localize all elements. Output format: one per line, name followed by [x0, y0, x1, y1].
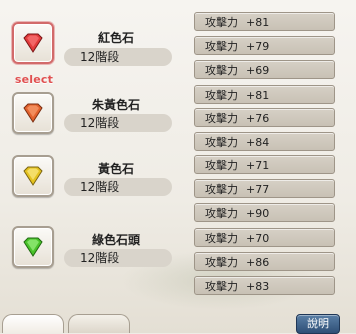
- stat-box: 攻擊力 +84: [194, 132, 335, 151]
- stat-box: 攻擊力 +79: [194, 36, 335, 55]
- gem-name: 黃色石: [97, 162, 134, 176]
- stat-label: 攻擊力: [205, 64, 238, 77]
- stat-value: +77: [246, 183, 270, 196]
- gem-level: 12階段: [64, 114, 172, 132]
- stat-box: 攻擊力 +70: [194, 228, 335, 247]
- stat-box: 攻擊力 +69: [194, 60, 335, 79]
- gem-row-orange[interactable]: 朱黃色石 12階段: [0, 79, 192, 149]
- stat-label: 攻擊力: [205, 232, 238, 245]
- stat-label: 攻擊力: [205, 40, 238, 53]
- gem-level: 12階段: [64, 178, 172, 196]
- gem-row-green[interactable]: 綠色石頭 12階段: [0, 221, 192, 291]
- stat-value: +76: [246, 112, 270, 125]
- stat-value: +69: [246, 64, 270, 77]
- orange-gem-slot[interactable]: [12, 92, 54, 134]
- stat-label: 攻擊力: [205, 16, 238, 29]
- gem-name: 朱黃色石: [91, 98, 140, 112]
- stat-value: +81: [246, 89, 270, 102]
- stat-label: 攻擊力: [205, 89, 238, 102]
- stat-value: +70: [246, 232, 270, 245]
- stat-value: +83: [246, 280, 270, 293]
- gem-level: 12階段: [64, 48, 172, 66]
- gem-row-yellow[interactable]: 黃色石 12階段: [0, 150, 192, 220]
- gem-panel: select 紅色石 12階段 朱黃色石 12階段 黃色石 12階段 綠色石頭 …: [0, 0, 356, 334]
- yellow-gem-slot[interactable]: [12, 155, 54, 197]
- stat-box: 攻擊力 +81: [194, 85, 335, 104]
- help-button[interactable]: 說明: [296, 314, 340, 334]
- tab-second[interactable]: [68, 314, 130, 333]
- stat-box: 攻擊力 +81: [194, 12, 335, 31]
- red-gem-slot[interactable]: [12, 22, 54, 64]
- stat-label: 攻擊力: [205, 207, 238, 220]
- stat-box: 攻擊力 +71: [194, 155, 335, 174]
- stat-box: 攻擊力 +83: [194, 276, 335, 295]
- red-gem-icon: [23, 33, 43, 53]
- stat-box: 攻擊力 +86: [194, 252, 335, 271]
- stat-box: 攻擊力 +77: [194, 179, 335, 198]
- yellow-gem-icon: [23, 166, 43, 186]
- orange-gem-icon: [23, 103, 43, 123]
- stat-label: 攻擊力: [205, 256, 238, 269]
- stat-label: 攻擊力: [205, 159, 238, 172]
- stat-label: 攻擊力: [205, 136, 238, 149]
- stat-label: 攻擊力: [205, 112, 238, 125]
- stat-value: +79: [246, 40, 270, 53]
- stat-box: 攻擊力 +76: [194, 108, 335, 127]
- stat-value: +71: [246, 159, 270, 172]
- gem-row-red[interactable]: select 紅色石 12階段: [0, 8, 192, 86]
- stat-value: +86: [246, 256, 270, 269]
- gem-name: 綠色石頭: [91, 233, 140, 247]
- stat-value: +81: [246, 16, 270, 29]
- tab-first[interactable]: [2, 314, 64, 333]
- stat-label: 攻擊力: [205, 280, 238, 293]
- stat-value: +90: [246, 207, 270, 220]
- stat-label: 攻擊力: [205, 183, 238, 196]
- green-gem-icon: [23, 237, 43, 257]
- stat-box: 攻擊力 +90: [194, 203, 335, 222]
- gem-name: 紅色石: [97, 31, 134, 45]
- gem-level: 12階段: [64, 249, 172, 267]
- green-gem-slot[interactable]: [12, 226, 54, 268]
- stat-value: +84: [246, 136, 270, 149]
